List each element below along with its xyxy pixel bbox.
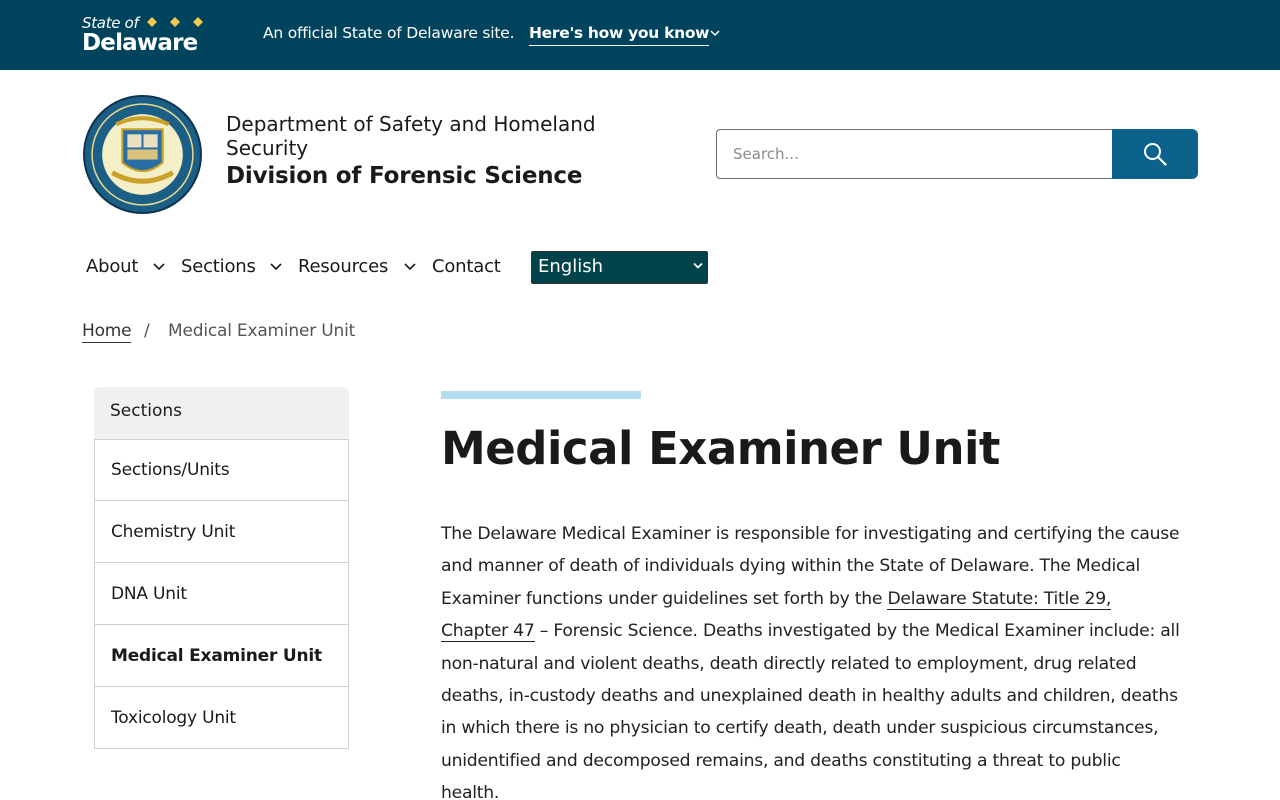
state-diamond-icon (147, 17, 203, 27)
sidebar-item-sections-units[interactable]: Sections/Units (94, 439, 349, 501)
nav-sections[interactable]: Sections (181, 256, 256, 277)
breadcrumb-home-link[interactable]: Home (82, 321, 132, 343)
nav-about[interactable]: About (86, 256, 138, 277)
department-name: Department of Safety and Homeland Securi… (226, 112, 596, 160)
language-select[interactable] (531, 251, 708, 284)
state-of-delaware-logo[interactable]: State of Delaware (82, 12, 212, 60)
sidebar-item-toxicology-unit[interactable]: Toxicology Unit (94, 687, 349, 749)
division-seal-icon[interactable] (82, 94, 203, 215)
page-title: Medical Examiner Unit (441, 422, 1000, 475)
sidebar-item-dna-unit[interactable]: DNA Unit (94, 563, 349, 625)
nav-contact[interactable]: Contact (432, 256, 501, 277)
chevron-down-icon[interactable] (709, 28, 721, 38)
chevron-down-icon[interactable] (269, 262, 283, 272)
sidebar-item-medical-examiner-unit[interactable]: Medical Examiner Unit (94, 625, 349, 687)
chevron-down-icon[interactable] (152, 262, 166, 272)
paragraph-text-end: – Forensic Science. Deaths investigated … (441, 621, 1180, 800)
logo-delaware: Delaware (82, 30, 198, 56)
official-site-text: An official State of Delaware site. (263, 24, 515, 42)
official-site-banner: State of Delaware An official State of D… (0, 0, 1280, 70)
breadcrumb-current: Medical Examiner Unit (168, 321, 356, 341)
nav-resources[interactable]: Resources (298, 256, 388, 277)
sections-sidebar: Sections Sections/Units Chemistry Unit D… (94, 387, 349, 749)
division-name[interactable]: Division of Forensic Science (226, 163, 582, 189)
sidebar-heading: Sections (94, 387, 349, 439)
intro-paragraph: The Delaware Medical Examiner is respons… (441, 518, 1183, 800)
search-icon (1144, 143, 1167, 166)
search-input[interactable] (716, 129, 1114, 179)
how-you-know-link[interactable]: Here's how you know (529, 24, 710, 46)
search-button[interactable] (1112, 129, 1198, 179)
sidebar-item-chemistry-unit[interactable]: Chemistry Unit (94, 501, 349, 563)
title-accent-bar (441, 391, 641, 399)
chevron-down-icon[interactable] (403, 262, 417, 272)
breadcrumb-separator: / (144, 321, 150, 341)
